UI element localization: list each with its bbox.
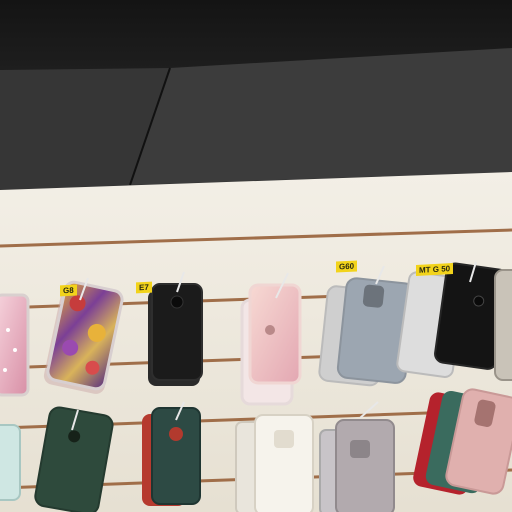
case-partial-right: [494, 269, 512, 381]
phone-case-display-photo: [0, 0, 512, 512]
case-grey-g60: [318, 277, 416, 387]
case-green-red: [142, 407, 201, 506]
case-white: [235, 414, 314, 512]
case-black-g50: [396, 262, 510, 378]
price-label-g8: G8: [60, 284, 77, 297]
case-mint-left: [0, 424, 21, 501]
case-pink-glitter: [0, 293, 30, 397]
ceiling-panel-right: [130, 48, 512, 185]
case-grey-lower: [319, 419, 395, 512]
price-label-e7: E7: [136, 281, 152, 294]
price-label-mt-g50: MT G 50: [416, 263, 454, 276]
case-rose-transparent: [240, 283, 302, 406]
case-black-e7: [148, 283, 203, 386]
price-label-g60: G60: [336, 260, 358, 273]
